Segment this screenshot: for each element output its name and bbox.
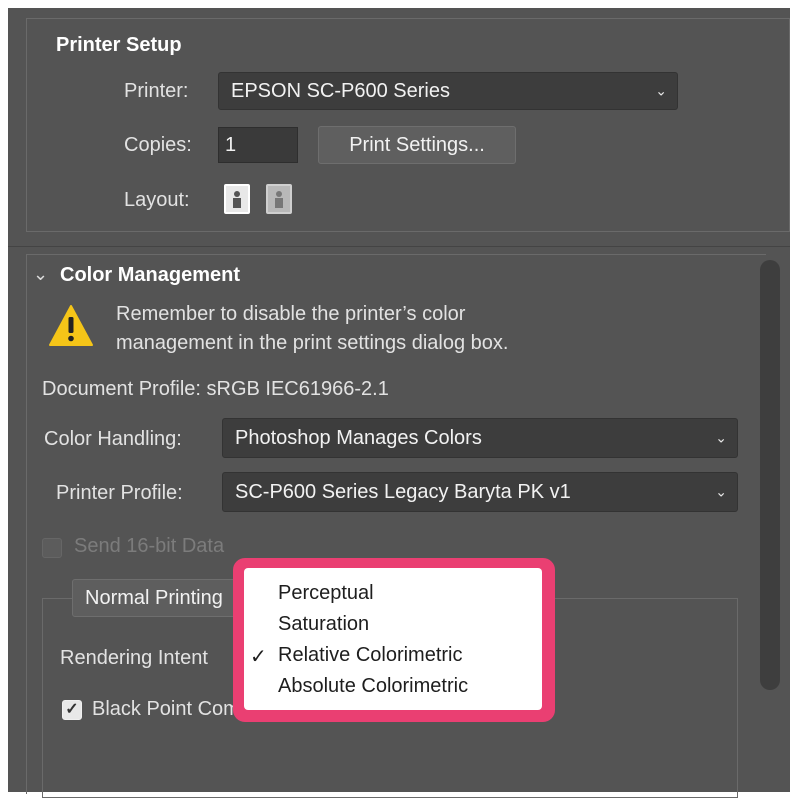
black-point-checkbox[interactable]: ✓: [62, 700, 82, 720]
warning-line-1: Remember to disable the printer’s color: [116, 303, 466, 325]
color-handling-select[interactable]: Photoshop Manages Colors ⌄: [222, 418, 738, 458]
send-16bit-label: Send 16-bit Data: [74, 535, 225, 557]
checkmark-icon: ✓: [250, 646, 267, 668]
scrollbar[interactable]: [760, 260, 780, 690]
portrait-icon[interactable]: [224, 184, 250, 214]
section-divider: [8, 246, 790, 247]
chevron-down-icon: ⌄: [655, 82, 667, 99]
warning-icon: [49, 305, 93, 346]
menu-item-relative-colorimetric[interactable]: Relative Colorimetric: [278, 644, 463, 667]
printer-profile-value: SC-P600 Series Legacy Baryta PK v1: [235, 480, 571, 503]
chevron-down-icon: ⌄: [715, 483, 727, 500]
copies-label: Copies:: [124, 134, 192, 156]
landscape-glyph: [275, 191, 283, 208]
collapse-chevron-icon[interactable]: ⌄: [33, 264, 48, 285]
landscape-icon[interactable]: [266, 184, 292, 214]
printer-select[interactable]: EPSON SC-P600 Series ⌄: [218, 72, 678, 110]
document-profile-text: Document Profile: sRGB IEC61966-2.1: [42, 378, 389, 400]
portrait-glyph: [233, 191, 241, 208]
printer-select-value: EPSON SC-P600 Series: [231, 79, 450, 102]
send-16bit-checkbox[interactable]: [42, 538, 62, 558]
menu-item-perceptual[interactable]: Perceptual: [278, 582, 374, 605]
color-handling-value: Photoshop Manages Colors: [235, 426, 482, 449]
copies-input[interactable]: 1: [218, 127, 298, 163]
warning-message: Remember to disable the printer’s color …: [116, 300, 508, 358]
print-settings-button[interactable]: Print Settings...: [318, 126, 516, 164]
chevron-down-icon: ⌄: [715, 429, 727, 446]
warning-line-2: management in the print settings dialog …: [116, 332, 509, 354]
printer-setup-title: Printer Setup: [56, 34, 182, 56]
color-management-title: Color Management: [60, 264, 241, 286]
layout-label: Layout:: [124, 189, 190, 211]
rendering-intent-label: Rendering Intent: [60, 647, 208, 669]
color-handling-label: Color Handling:: [44, 428, 182, 450]
printer-label: Printer:: [124, 80, 189, 102]
rendering-intent-menu: Perceptual Saturation ✓ Relative Colorim…: [244, 568, 542, 710]
printer-profile-label: Printer Profile:: [56, 482, 183, 504]
menu-item-absolute-colorimetric[interactable]: Absolute Colorimetric: [278, 675, 468, 698]
menu-item-saturation[interactable]: Saturation: [278, 613, 369, 636]
printer-profile-select[interactable]: SC-P600 Series Legacy Baryta PK v1 ⌄: [222, 472, 738, 512]
